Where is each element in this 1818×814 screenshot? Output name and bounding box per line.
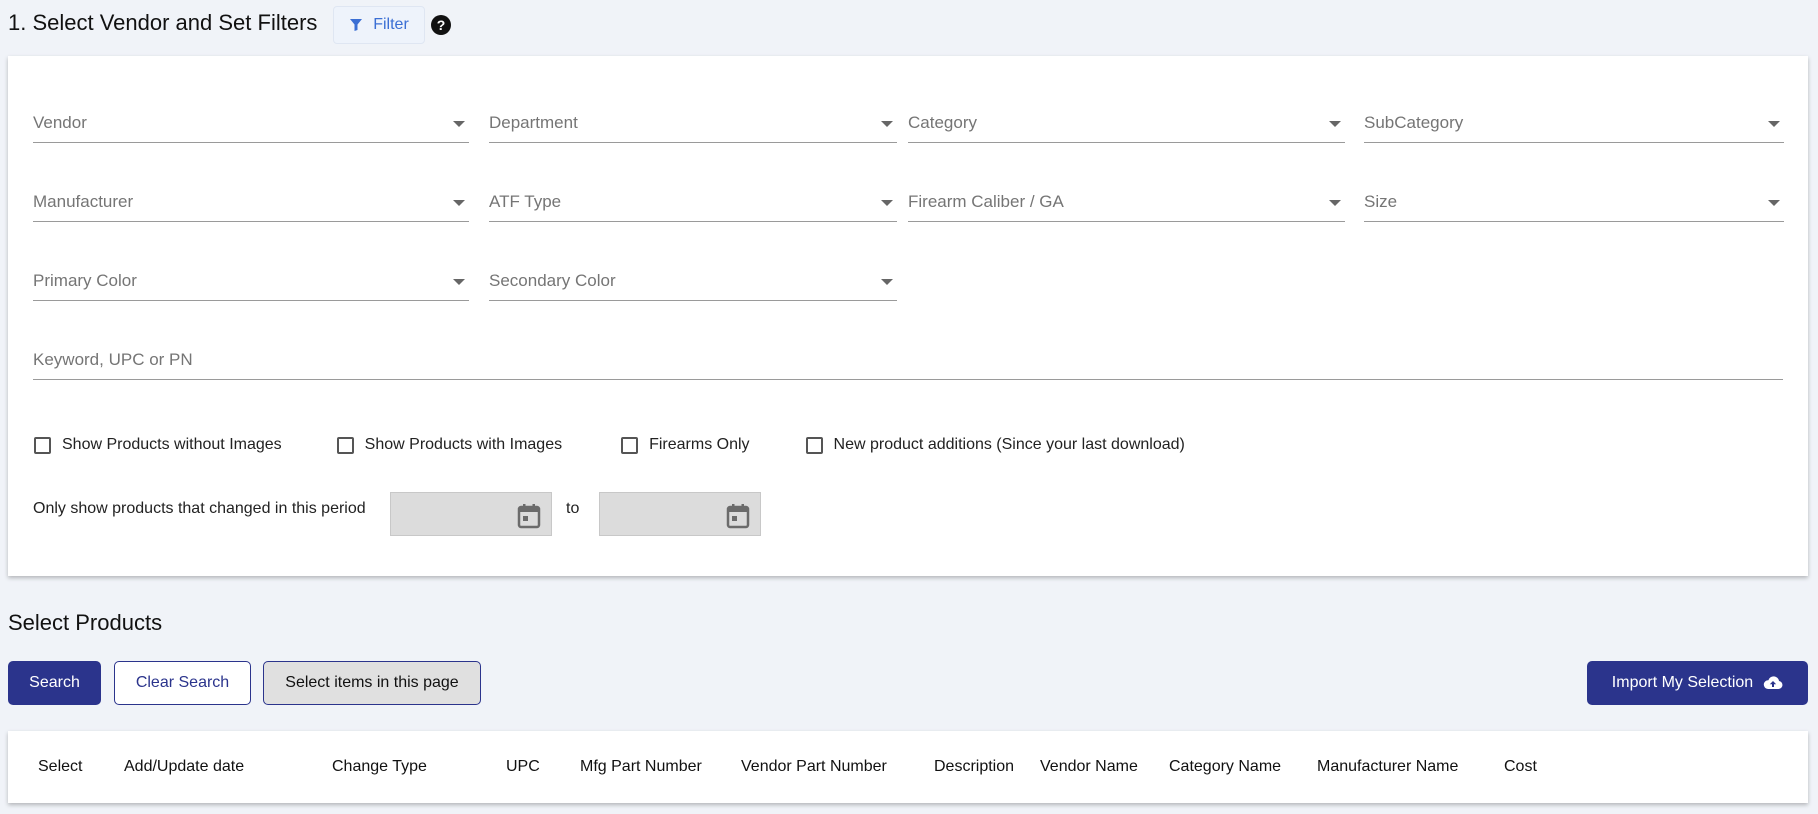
- column-manufacturer-name[interactable]: Manufacturer Name: [1317, 758, 1458, 776]
- column-description[interactable]: Description: [934, 758, 1014, 776]
- new-additions-checkbox[interactable]: New product additions (Since your last d…: [805, 436, 1185, 454]
- keyword-input-placeholder: Keyword, UPC or PN: [33, 350, 193, 369]
- import-selection-button[interactable]: Import My Selection: [1587, 661, 1808, 705]
- chevron-down-icon: [1768, 121, 1780, 127]
- help-icon[interactable]: ?: [431, 15, 451, 35]
- chevron-down-icon: [1329, 200, 1341, 206]
- import-selection-label: Import My Selection: [1611, 674, 1754, 691]
- subcategory-select-label: SubCategory: [1364, 113, 1464, 132]
- with-images-checkbox[interactable]: Show Products with Images: [336, 436, 563, 454]
- chevron-down-icon: [453, 121, 465, 127]
- filter-button-label: Filter: [373, 16, 409, 33]
- filter-button[interactable]: Filter: [333, 6, 425, 44]
- with-images-label: Show Products with Images: [364, 436, 563, 453]
- vendor-select[interactable]: Vendor: [33, 103, 469, 143]
- secondary-color-select-label: Secondary Color: [489, 271, 616, 290]
- department-select-label: Department: [489, 113, 578, 132]
- chevron-down-icon: [453, 279, 465, 285]
- to-label: to: [566, 500, 580, 517]
- date-to-input[interactable]: [599, 492, 761, 536]
- manufacturer-select-label: Manufacturer: [33, 192, 134, 211]
- column-vendor-name[interactable]: Vendor Name: [1040, 758, 1138, 776]
- atf-type-select[interactable]: ATF Type: [489, 182, 897, 222]
- filters-card: Vendor Department Category SubCategory M…: [8, 56, 1808, 576]
- primary-color-select[interactable]: Primary Color: [33, 261, 469, 301]
- primary-color-select-label: Primary Color: [33, 271, 137, 290]
- firearms-only-checkbox[interactable]: Firearms Only: [621, 436, 750, 454]
- products-table-header: Select Add/Update date Change Type UPC M…: [8, 731, 1808, 803]
- new-additions-label: New product additions (Since your last d…: [833, 436, 1185, 453]
- checkbox-box[interactable]: [34, 436, 51, 454]
- column-add-update-date[interactable]: Add/Update date: [124, 758, 244, 776]
- size-select-label: Size: [1364, 192, 1398, 211]
- vendor-select-label: Vendor: [33, 113, 87, 132]
- clear-search-button[interactable]: Clear Search: [114, 661, 251, 705]
- chevron-down-icon: [1329, 121, 1341, 127]
- page-title: 1. Select Vendor and Set Filters: [8, 10, 318, 35]
- without-images-label: Show Products without Images: [62, 436, 282, 453]
- keyword-input[interactable]: Keyword, UPC or PN: [33, 340, 1783, 380]
- column-cost[interactable]: Cost: [1504, 758, 1537, 776]
- column-vendor-part-number[interactable]: Vendor Part Number: [741, 758, 887, 776]
- category-select[interactable]: Category: [908, 103, 1345, 143]
- chevron-down-icon: [881, 279, 893, 285]
- chevron-down-icon: [1768, 200, 1780, 206]
- calendar-icon[interactable]: [517, 503, 541, 529]
- firearms-only-label: Firearms Only: [649, 436, 750, 453]
- caliber-select[interactable]: Firearm Caliber / GA: [908, 182, 1345, 222]
- manufacturer-select[interactable]: Manufacturer: [33, 182, 469, 222]
- search-button[interactable]: Search: [8, 661, 101, 705]
- without-images-checkbox[interactable]: Show Products without Images: [34, 436, 282, 454]
- subcategory-select[interactable]: SubCategory: [1364, 103, 1784, 143]
- cloud-upload-icon: [1763, 676, 1783, 689]
- column-category-name[interactable]: Category Name: [1169, 758, 1281, 776]
- products-title: Select Products: [8, 610, 163, 635]
- department-select[interactable]: Department: [489, 103, 897, 143]
- atf-type-select-label: ATF Type: [489, 192, 562, 211]
- checkbox-box[interactable]: [805, 436, 823, 454]
- checkbox-box[interactable]: [621, 436, 639, 454]
- column-mfg-part-number[interactable]: Mfg Part Number: [580, 758, 702, 776]
- period-label: Only show products that changed in this …: [33, 500, 366, 517]
- chevron-down-icon: [453, 200, 465, 206]
- size-select[interactable]: Size: [1364, 182, 1784, 222]
- checkbox-row: Show Products without Images Show Produc…: [34, 436, 1185, 454]
- select-page-items-button[interactable]: Select items in this page: [263, 661, 481, 705]
- calendar-icon[interactable]: [726, 503, 750, 529]
- column-upc[interactable]: UPC: [506, 758, 540, 776]
- funnel-icon: [350, 19, 363, 31]
- date-from-input[interactable]: [390, 492, 552, 536]
- chevron-down-icon: [881, 200, 893, 206]
- category-select-label: Category: [908, 113, 977, 132]
- column-change-type[interactable]: Change Type: [332, 758, 427, 776]
- column-select[interactable]: Select: [38, 758, 82, 776]
- checkbox-box[interactable]: [336, 436, 354, 454]
- caliber-select-label: Firearm Caliber / GA: [908, 192, 1064, 211]
- chevron-down-icon: [881, 121, 893, 127]
- secondary-color-select[interactable]: Secondary Color: [489, 261, 897, 301]
